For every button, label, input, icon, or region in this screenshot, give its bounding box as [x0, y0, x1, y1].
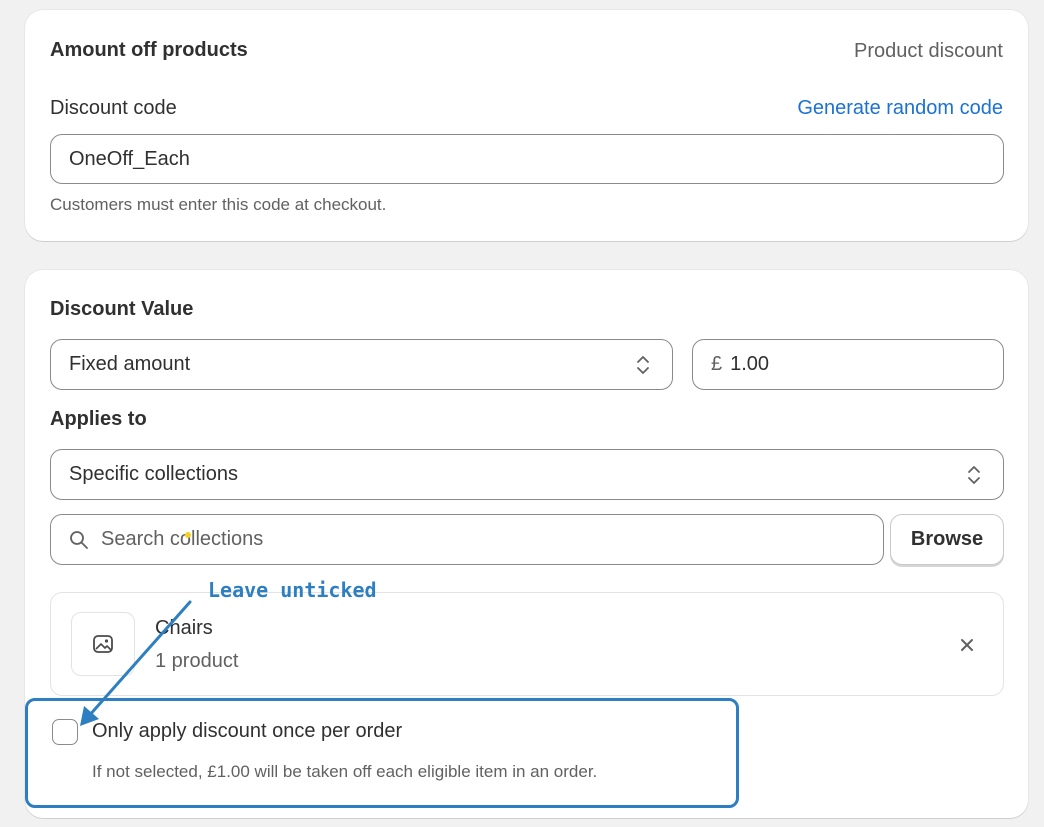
cursor-dot	[185, 532, 191, 538]
annotation-arrow	[80, 600, 192, 726]
